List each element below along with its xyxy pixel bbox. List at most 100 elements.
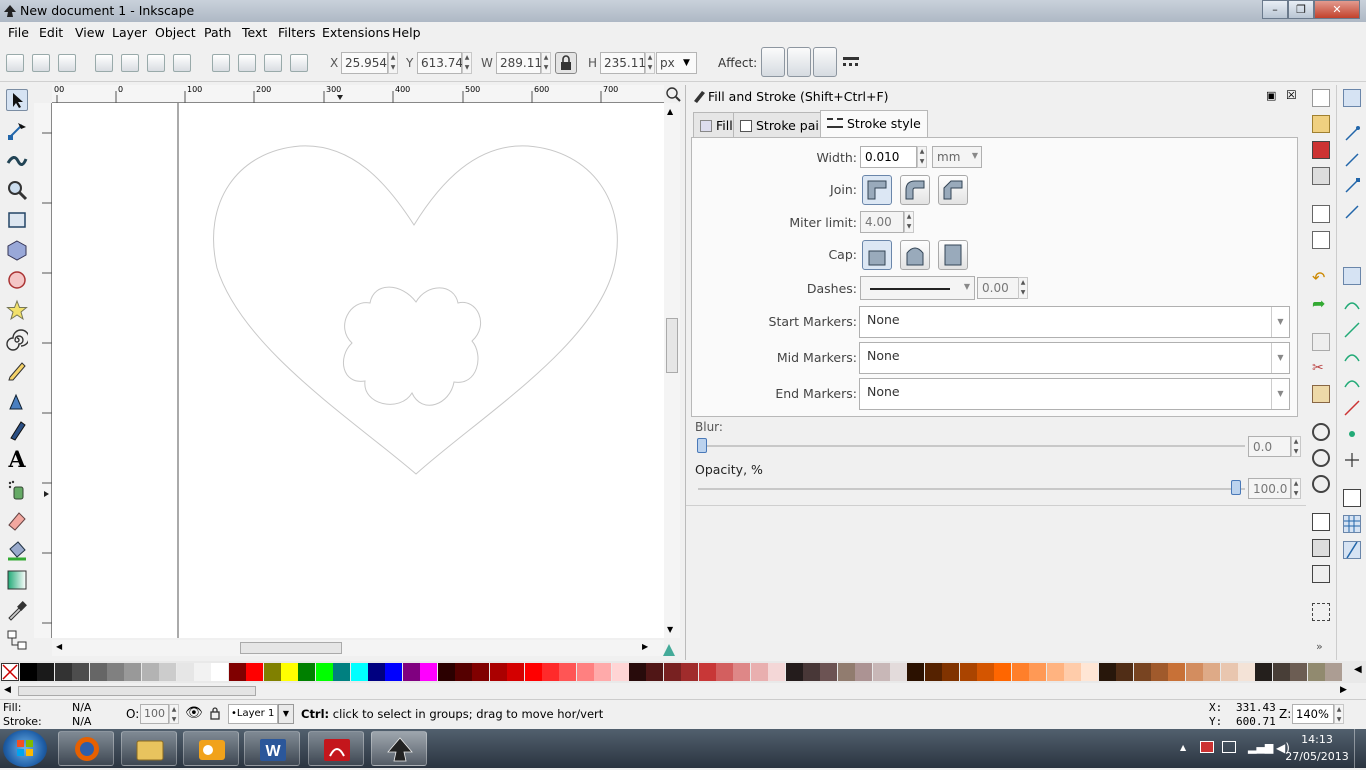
menu-file[interactable]: File <box>8 25 29 40</box>
status-opacity-spin[interactable]: ▲ ▼ <box>169 704 179 724</box>
vertical-ruler[interactable] <box>34 103 52 638</box>
color-swatch[interactable] <box>524 663 542 681</box>
color-swatch[interactable] <box>333 663 351 681</box>
no-paint-swatch[interactable] <box>1 663 19 681</box>
scroll-up-icon[interactable]: ▲ <box>667 107 673 116</box>
menu-path[interactable]: Path <box>204 25 231 40</box>
join-round-button[interactable] <box>900 175 930 205</box>
menu-help[interactable]: Help <box>392 25 421 40</box>
dash-pattern-select[interactable]: ▼ <box>860 276 975 300</box>
color-swatch[interactable] <box>20 663 37 681</box>
color-swatch[interactable] <box>1081 663 1099 681</box>
zoom-drawing-icon[interactable] <box>1312 449 1330 467</box>
snap-bbox-edges-icon[interactable] <box>1343 151 1361 169</box>
color-swatch[interactable] <box>1064 663 1081 681</box>
snap-bbox-midpoints-icon[interactable] <box>1343 203 1361 221</box>
pen-tool-icon[interactable] <box>6 389 28 411</box>
miter-limit-spin[interactable]: ▲ ▼ <box>904 211 914 233</box>
snap-bbox-corners-icon[interactable] <box>1343 177 1361 195</box>
color-swatch[interactable] <box>385 663 403 681</box>
palette-scroll-right-icon[interactable]: ▶ <box>1340 685 1347 695</box>
lock-proportions-button[interactable] <box>555 52 577 74</box>
paste-icon[interactable] <box>1312 385 1330 403</box>
cap-butt-button[interactable] <box>862 240 892 270</box>
color-swatch[interactable] <box>1238 663 1255 681</box>
color-swatch[interactable] <box>907 663 925 681</box>
ellipse-tool-icon[interactable] <box>6 269 28 291</box>
color-swatch[interactable] <box>629 663 646 681</box>
cap-square-button[interactable] <box>938 240 968 270</box>
dropper-tool-icon[interactable] <box>6 599 28 621</box>
show-hidden-icons-icon[interactable]: ▲ <box>1180 743 1186 752</box>
pencil-tool-icon[interactable] <box>6 359 28 381</box>
zoom-corner-icon[interactable] <box>664 85 682 103</box>
color-swatch[interactable] <box>942 663 960 681</box>
color-swatch[interactable] <box>1168 663 1186 681</box>
color-swatch[interactable] <box>211 663 229 681</box>
color-swatch[interactable] <box>1029 663 1047 681</box>
palette-menu-icon[interactable]: ◀ <box>1354 664 1362 675</box>
horizontal-ruler[interactable]: 00 0 100 200 300 400 500 600 700 <box>52 85 664 103</box>
color-swatch[interactable] <box>507 663 525 681</box>
color-swatch[interactable] <box>646 663 664 681</box>
color-swatch[interactable] <box>1185 663 1203 681</box>
flip-horizontal-icon[interactable] <box>147 54 165 72</box>
export-icon[interactable] <box>1312 231 1330 249</box>
save-icon[interactable] <box>1312 141 1330 159</box>
palette-scroll-left-icon[interactable]: ◀ <box>4 685 11 695</box>
menu-view[interactable]: View <box>75 25 105 40</box>
color-swatch[interactable] <box>733 663 751 681</box>
spray-tool-icon[interactable] <box>6 479 28 501</box>
taskbar-firefox[interactable] <box>58 731 114 766</box>
dialog-collapse-icon[interactable]: ▣ <box>1266 89 1276 102</box>
redo-icon[interactable]: ➦ <box>1312 295 1330 313</box>
visibility-eye-icon[interactable]: 👁 <box>185 705 203 721</box>
join-miter-button[interactable] <box>862 175 892 205</box>
copy-icon[interactable] <box>1312 333 1330 351</box>
select-all-icon[interactable] <box>6 54 24 72</box>
stroke-width-spin[interactable]: ▲ ▼ <box>917 146 927 168</box>
open-icon[interactable] <box>1312 115 1330 133</box>
color-swatch[interactable] <box>750 663 768 681</box>
color-swatch[interactable] <box>977 663 994 681</box>
spiral-tool-icon[interactable] <box>6 329 30 351</box>
color-swatch[interactable] <box>1011 663 1029 681</box>
color-swatch[interactable] <box>803 663 820 681</box>
palette-scroll-thumb[interactable] <box>18 686 256 696</box>
layer-dropdown-icon[interactable]: ▼ <box>278 704 294 724</box>
color-swatch[interactable] <box>698 663 716 681</box>
color-swatch[interactable] <box>228 663 246 681</box>
clone-icon[interactable] <box>1312 539 1330 557</box>
color-swatch[interactable] <box>315 663 333 681</box>
snap-object-midpoints-icon[interactable] <box>1343 425 1361 443</box>
color-swatch[interactable] <box>1203 663 1221 681</box>
taskbar-word[interactable]: W <box>244 731 300 766</box>
zoom-input[interactable]: 140% <box>1292 704 1334 724</box>
color-swatch[interactable] <box>820 663 838 681</box>
unlink-clone-icon[interactable] <box>1312 565 1330 583</box>
color-swatch[interactable] <box>1151 663 1168 681</box>
tweak-tool-icon[interactable] <box>6 149 28 171</box>
drawing-canvas[interactable] <box>52 103 664 638</box>
color-swatch[interactable] <box>472 663 490 681</box>
rotate-ccw-icon[interactable] <box>95 54 113 72</box>
snap-rotation-center-icon[interactable] <box>1343 451 1361 469</box>
affect-corners-button[interactable] <box>787 47 811 77</box>
dialog-close-icon[interactable]: ☒ <box>1286 88 1297 102</box>
color-swatch[interactable] <box>855 663 873 681</box>
color-swatch[interactable] <box>159 663 177 681</box>
minimize-button[interactable]: – <box>1262 0 1288 19</box>
color-swatch[interactable] <box>37 663 55 681</box>
snap-line-midpoints-icon[interactable] <box>1343 399 1361 417</box>
node-tool-icon[interactable] <box>6 119 28 141</box>
paint-bucket-tool-icon[interactable] <box>6 539 28 561</box>
color-swatch[interactable] <box>455 663 472 681</box>
taskbar-inkscape[interactable] <box>371 731 427 766</box>
zoom-tool-icon[interactable] <box>6 179 28 201</box>
palette-scrollbar[interactable]: ◀ ▶ <box>0 683 1366 699</box>
menu-edit[interactable]: Edit <box>39 25 63 40</box>
affect-gradients-button[interactable] <box>813 47 837 77</box>
connector-tool-icon[interactable] <box>6 629 28 651</box>
menu-layer[interactable]: Layer <box>112 25 147 40</box>
color-manage-icon[interactable] <box>661 642 677 658</box>
